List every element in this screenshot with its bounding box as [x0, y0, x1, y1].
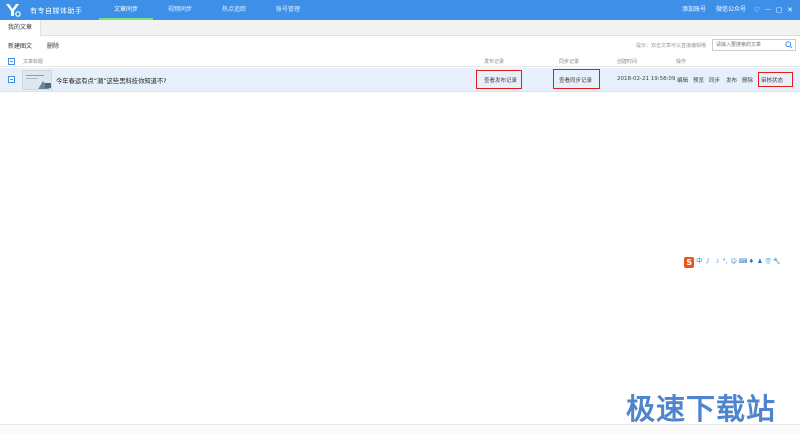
table-header: 文章标题 发布记录 同步记录 创建时间 操作	[0, 56, 800, 67]
app-title: 有专自媒体助手	[30, 7, 83, 15]
ime-skin-icon[interactable]: ♦	[748, 257, 756, 267]
preview-button[interactable]: 预览	[693, 76, 704, 84]
row-checkbox[interactable]	[8, 76, 15, 83]
minimize-button[interactable]: －	[763, 0, 773, 20]
thumbnail-image-icon	[23, 71, 51, 89]
app-logo-icon	[6, 4, 21, 17]
highlight-box	[553, 69, 600, 89]
sync-button[interactable]: 同步	[709, 76, 720, 84]
ime-toolbar: S 中 丿 ☽ °, ☺ ⌨ ♦ ♟ 👕 🔧	[684, 256, 781, 268]
delete-button[interactable]: 删除	[47, 41, 59, 50]
restore-button[interactable]: ▢	[774, 0, 784, 20]
watermark-logo: 极速下载站	[626, 392, 777, 426]
tab-my-articles[interactable]: 我的文章	[0, 20, 42, 36]
new-article-button[interactable]: 新建图文	[8, 41, 32, 50]
article-title[interactable]: 今年春运有点“潮”这些黑科技你知道不?	[56, 76, 167, 85]
tab-account-manage[interactable]: 账号管理	[261, 0, 315, 20]
ime-tool-icon[interactable]: 🔧	[773, 257, 781, 267]
article-thumbnail	[22, 70, 52, 90]
col-created: 创建时间	[617, 59, 638, 65]
ime-keyboard-icon[interactable]: ⌨	[739, 257, 748, 267]
ime-emoji-icon[interactable]: ☺	[730, 257, 738, 267]
search-input[interactable]	[713, 40, 783, 50]
sogou-logo-icon[interactable]: S	[684, 256, 695, 268]
table-row[interactable]: 今年春运有点“潮”这些黑科技你知道不? 查看发布记录 查看同步记录 2018-0…	[0, 68, 800, 92]
search-icon[interactable]	[785, 41, 793, 49]
wechat-account-link[interactable]: 微信公众号	[716, 0, 746, 20]
section-tab-bar: 我的文章	[0, 20, 800, 36]
col-ops: 操作	[676, 59, 687, 65]
close-button[interactable]: ✕	[785, 0, 795, 20]
col-title: 文章标题	[23, 59, 44, 65]
tab-article-sync[interactable]: 文章同步	[99, 0, 153, 20]
ime-punct-icon[interactable]: 丿	[704, 257, 712, 267]
delete-row-button[interactable]: 删除	[742, 76, 753, 84]
select-all-checkbox[interactable]	[8, 58, 15, 65]
ime-user-icon[interactable]: ♟	[756, 257, 764, 267]
add-account-link[interactable]: 添加账号	[682, 0, 706, 20]
search-box	[712, 39, 796, 51]
highlight-box	[476, 70, 522, 89]
col-sync: 同步记录	[559, 59, 580, 65]
ime-shirt-icon[interactable]: 👕	[765, 257, 773, 267]
created-time: 2018-02-21 19:58:09	[617, 76, 676, 82]
hint-text: 提示：双击文章可以直接编辑哦	[636, 43, 707, 49]
status-bar	[0, 424, 800, 433]
tab-hot-tracking[interactable]: 热点追踪	[207, 0, 261, 20]
publish-button[interactable]: 发布	[726, 76, 737, 84]
highlight-box	[758, 72, 793, 87]
ime-symbol-icon[interactable]: °,	[721, 257, 729, 267]
col-publish: 发布记录	[484, 59, 505, 65]
tab-video-sync[interactable]: 视频同步	[153, 0, 207, 20]
ime-moon-icon[interactable]: ☽	[713, 257, 721, 267]
favorite-icon[interactable]: ♡	[752, 0, 762, 20]
ime-chinese-icon[interactable]: 中	[695, 257, 703, 267]
edit-button[interactable]: 编辑	[677, 76, 688, 84]
title-bar: 有专自媒体助手 文章同步 视频同步 热点追踪 账号管理 添加账号 微信公众号 ♡…	[0, 0, 800, 20]
